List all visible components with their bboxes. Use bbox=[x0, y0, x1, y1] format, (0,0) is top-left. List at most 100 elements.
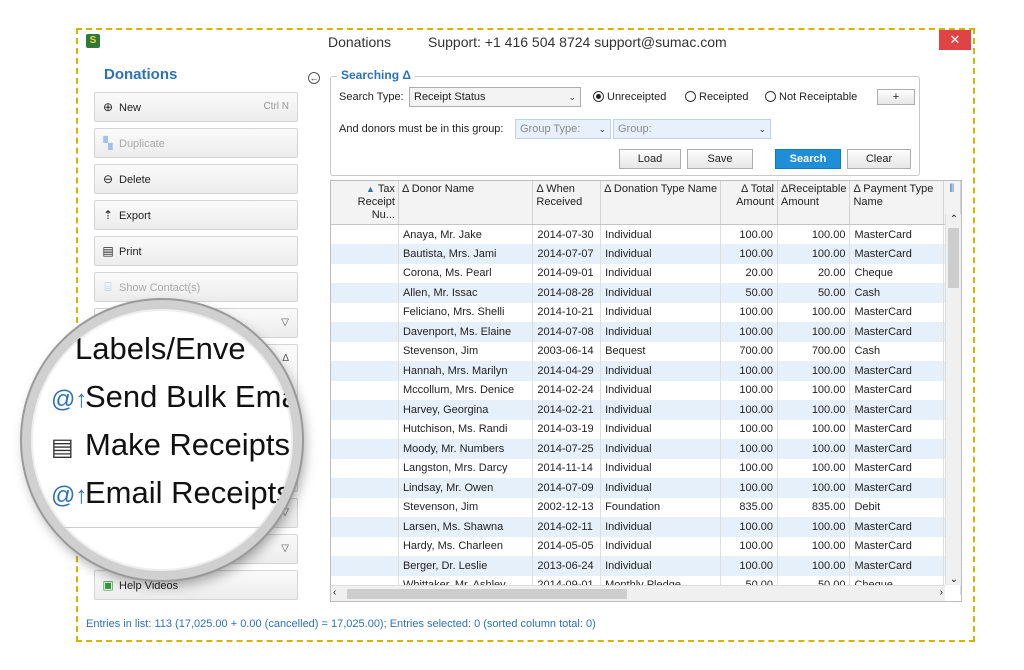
cell-donor-name: Lindsay, Mr. Owen bbox=[398, 478, 534, 498]
mag-make-receipts-item: ▤ Make Receipts bbox=[51, 427, 290, 463]
clear-button[interactable]: Clear bbox=[847, 149, 911, 169]
cell-donation-type: Individual bbox=[600, 478, 722, 498]
cell-payment-type: MasterCard bbox=[849, 458, 944, 478]
mag-email-receipts-text: Email Receipts bbox=[85, 475, 292, 510]
support-info: Support: +1 416 504 8724 support@sumac.c… bbox=[428, 34, 727, 50]
table-row[interactable]: Hutchison, Ms. Randi 2014-03-19 Individual… bbox=[331, 419, 961, 439]
group-select[interactable]: Group: ⌄ bbox=[613, 119, 771, 139]
cell-receiptable-amount: 700.00 bbox=[777, 341, 851, 361]
col-tax-label: Tax Receipt Nu... bbox=[357, 183, 395, 221]
table-row[interactable]: Mccollum, Mrs. Denice 2014-02-24 Individua… bbox=[331, 380, 961, 400]
horizontal-scrollbar[interactable]: ‹ › bbox=[331, 585, 945, 601]
radio-unreceipted[interactable]: Unreceipted bbox=[593, 91, 666, 103]
cell-when-received: 2002-12-13 bbox=[532, 497, 602, 517]
cell-payment-type: MasterCard bbox=[849, 439, 944, 459]
export-button[interactable]: ⇡ Export bbox=[94, 200, 298, 230]
cell-donor-name: Stevenson, Jim bbox=[398, 497, 534, 517]
group-placeholder: Group: bbox=[618, 123, 652, 135]
table-row[interactable]: Langston, Mrs. Darcy 2014-11-14 Individual… bbox=[331, 458, 961, 478]
table-row[interactable]: Stevenson, Jim 2003-06-14 Bequest 700.00 700… bbox=[331, 341, 961, 361]
cell-when-received: 2014-08-28 bbox=[532, 283, 602, 303]
print-button[interactable]: ▤ Print bbox=[94, 236, 298, 266]
table-row[interactable]: Bautista, Mrs. Jami 2014-07-07 Individual 1… bbox=[331, 244, 961, 264]
cell-donation-type: Individual bbox=[600, 322, 722, 342]
col-donation-type[interactable]: Δ Donation Type Name bbox=[600, 181, 722, 225]
cell-receiptable-amount: 20.00 bbox=[777, 263, 851, 283]
cell-receiptable-amount: 100.00 bbox=[777, 400, 851, 420]
expand-triangle-icon: Δ bbox=[282, 353, 289, 364]
scroll-thumb[interactable] bbox=[948, 228, 959, 288]
scroll-right-icon[interactable]: › bbox=[940, 587, 943, 598]
donations-grid: ▲ Tax Receipt Nu... Δ Donor Name Δ When … bbox=[330, 180, 962, 602]
cell-payment-type: Cash bbox=[849, 341, 944, 361]
video-icon: ▣ bbox=[102, 578, 114, 592]
cell-when-received: 2014-04-29 bbox=[532, 361, 602, 381]
status-bar: Entries in list: 113 (17,025.00 + 0.00 (… bbox=[86, 618, 596, 630]
table-row[interactable]: Allen, Mr. Issac 2014-08-28 Individual 50.0… bbox=[331, 283, 961, 303]
col-total-amount[interactable]: Δ Total Amount bbox=[720, 181, 779, 225]
table-row[interactable]: Corona, Ms. Pearl 2014-09-01 Individual 20.… bbox=[331, 263, 961, 283]
printer-icon: ▤ bbox=[102, 244, 114, 258]
cell-donor-name: Hannah, Mrs. Marilyn bbox=[398, 361, 534, 381]
cell-when-received: 2014-07-09 bbox=[532, 478, 602, 498]
search-button[interactable]: Search bbox=[775, 149, 841, 169]
cell-when-received: 2014-10-21 bbox=[532, 302, 602, 322]
col-payment-type[interactable]: Δ Payment Type Name bbox=[849, 181, 944, 225]
table-row[interactable]: Feliciano, Mrs. Shelli 2014-10-21 Individu… bbox=[331, 302, 961, 322]
show-contacts-button[interactable]: ⌸ Show Contact(s) bbox=[94, 272, 298, 302]
search-type-select[interactable]: Receipt Status ⌄ bbox=[409, 87, 581, 107]
scroll-left-icon[interactable]: ‹ bbox=[333, 587, 336, 598]
cell-total-amount: 835.00 bbox=[720, 497, 779, 517]
table-row[interactable]: Harvey, Georgina 2014-02-21 Individual 100.… bbox=[331, 400, 961, 420]
mag-email-receipts-item: @↑Email Receipts bbox=[51, 475, 292, 511]
delete-button[interactable]: ⊖ Delete bbox=[94, 164, 298, 194]
table-row[interactable]: Berger, Dr. Leslie 2013-06-24 Individual 10… bbox=[331, 556, 961, 576]
cell-when-received: 2014-02-11 bbox=[532, 517, 602, 537]
collapse-search-icon[interactable]: ← bbox=[308, 72, 320, 84]
duplicate-button[interactable]: ▚ Duplicate bbox=[94, 128, 298, 158]
cell-total-amount: 100.00 bbox=[720, 439, 779, 459]
radio-not-receiptable[interactable]: Not Receiptable bbox=[765, 91, 857, 103]
cell-receiptable-amount: 100.00 bbox=[777, 556, 851, 576]
magnifier-overlay: Labels/Enve @↑Send Bulk Ema ▤ Make Receip… bbox=[22, 300, 302, 580]
radio-receipted[interactable]: Receipted bbox=[685, 91, 749, 103]
cell-when-received: 2014-07-25 bbox=[532, 439, 602, 459]
col-when-received[interactable]: Δ When Received bbox=[532, 181, 602, 225]
cell-donation-type: Individual bbox=[600, 458, 722, 478]
mag-divider bbox=[31, 527, 293, 528]
col-donor-name[interactable]: Δ Donor Name bbox=[398, 181, 534, 225]
cell-donor-name: Langston, Mrs. Darcy bbox=[398, 458, 534, 478]
cell-receiptable-amount: 50.00 bbox=[777, 283, 851, 303]
scroll-down-icon[interactable]: ⌄ bbox=[946, 574, 961, 585]
add-criteria-button[interactable]: + bbox=[877, 89, 915, 105]
table-row[interactable]: Anaya, Mr. Jake 2014-07-30 Individual 100.0… bbox=[331, 224, 961, 244]
close-button[interactable]: ✕ bbox=[939, 30, 971, 50]
col-receiptable-amount[interactable]: ΔReceiptable Amount bbox=[777, 181, 851, 225]
save-button[interactable]: Save bbox=[687, 149, 753, 169]
group-type-select[interactable]: Group Type: ⌄ bbox=[515, 119, 611, 139]
vertical-scrollbar[interactable]: ⌃ ⌄ bbox=[945, 214, 961, 585]
search-legend[interactable]: Searching Δ bbox=[337, 68, 415, 82]
email-upload-icon: @↑ bbox=[51, 482, 88, 509]
cell-donation-type: Individual bbox=[600, 419, 722, 439]
search-type-label: Search Type: bbox=[339, 91, 404, 103]
load-button[interactable]: Load bbox=[619, 149, 681, 169]
cell-total-amount: 100.00 bbox=[720, 380, 779, 400]
cell-tax-receipt bbox=[331, 322, 399, 342]
cell-donation-type: Individual bbox=[600, 302, 722, 322]
table-row[interactable]: Hardy, Ms. Charleen 2014-05-05 Individual 1… bbox=[331, 536, 961, 556]
export-icon: ⇡ bbox=[102, 208, 114, 222]
cell-donation-type: Individual bbox=[600, 380, 722, 400]
table-row[interactable]: Davenport, Ms. Elaine 2014-07-08 Individua… bbox=[331, 322, 961, 342]
new-button[interactable]: ⊕ New Ctrl N bbox=[94, 92, 298, 122]
table-row[interactable]: Stevenson, Jim 2002-12-13 Foundation 835.00… bbox=[331, 497, 961, 517]
cell-receiptable-amount: 100.00 bbox=[777, 439, 851, 459]
hscroll-thumb[interactable] bbox=[347, 589, 627, 599]
table-row[interactable]: Lindsay, Mr. Owen 2014-07-09 Individual 100… bbox=[331, 478, 961, 498]
table-row[interactable]: Hannah, Mrs. Marilyn 2014-04-29 Individual… bbox=[331, 361, 961, 381]
col-tax-receipt[interactable]: ▲ Tax Receipt Nu... bbox=[331, 181, 399, 225]
cell-total-amount: 100.00 bbox=[720, 400, 779, 420]
table-row[interactable]: Larsen, Ms. Shawna 2014-02-11 Individual 10… bbox=[331, 517, 961, 537]
table-row[interactable]: Moody, Mr. Numbers 2014-07-25 Individual 10… bbox=[331, 439, 961, 459]
scroll-up-icon[interactable]: ⌃ bbox=[946, 214, 961, 225]
